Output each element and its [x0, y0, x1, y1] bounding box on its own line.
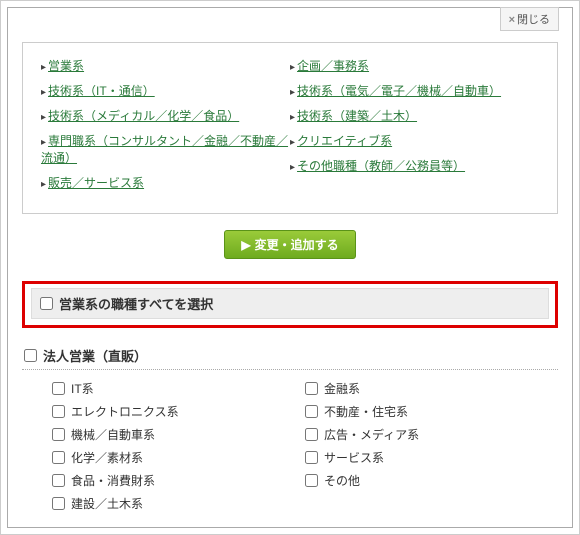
dialog-container: ×閉じる ▸営業系 ▸技術系（IT・通信） ▸技術系（メディカル／化学／食品） … [0, 0, 580, 535]
highlight-section: 営業系の職種すべてを選択 [22, 281, 558, 328]
category-box: ▸営業系 ▸技術系（IT・通信） ▸技術系（メディカル／化学／食品） ▸専門職系… [22, 42, 558, 214]
option-label: 食品・消費財系 [71, 472, 155, 489]
category-item: ▸技術系（電気／電子／機械／自動車） [290, 82, 539, 99]
option-checkbox[interactable] [52, 451, 65, 464]
option-checkbox[interactable] [305, 405, 318, 418]
bullet-icon: ▸ [290, 112, 295, 123]
option-label: サービス系 [324, 449, 384, 466]
bullet-icon: ▸ [290, 162, 295, 173]
bullet-icon: ▸ [41, 112, 46, 123]
option-label: 広告・メディア系 [324, 426, 419, 443]
close-icon: × [509, 14, 515, 26]
option-label: 化学／素材系 [71, 449, 143, 466]
category-link[interactable]: その他職種（教師／公務員等） [297, 159, 465, 173]
select-all-checkbox[interactable] [40, 297, 53, 310]
bullet-icon: ▸ [41, 87, 46, 98]
category-item: ▸販売／サービス系 [41, 174, 290, 191]
category-col-right: ▸企画／事務系 ▸技術系（電気／電子／機械／自動車） ▸技術系（建築／土木） ▸… [290, 57, 539, 199]
group1-title: 法人営業（直販） [43, 346, 147, 365]
option-checkbox[interactable] [305, 451, 318, 464]
option-checkbox[interactable] [52, 474, 65, 487]
category-item: ▸専門職系（コンサルタント／金融／不動産／流通） [41, 132, 290, 166]
bullet-icon: ▸ [41, 179, 46, 190]
arrow-icon: ▶ [241, 238, 250, 252]
category-link[interactable]: 専門職系（コンサルタント／金融／不動産／流通） [41, 134, 288, 165]
category-item: ▸技術系（メディカル／化学／食品） [41, 107, 290, 124]
option-checkbox[interactable] [52, 382, 65, 395]
category-link[interactable]: 技術系（電気／電子／機械／自動車） [297, 84, 501, 98]
option-checkbox[interactable] [305, 428, 318, 441]
option-checkbox[interactable] [52, 428, 65, 441]
category-item: ▸技術系（IT・通信） [41, 82, 290, 99]
group1-checkbox[interactable] [24, 349, 37, 362]
category-item: ▸その他職種（教師／公務員等） [290, 157, 539, 174]
category-link[interactable]: 技術系（メディカル／化学／食品） [48, 109, 239, 123]
group-header-1: 法人営業（直販） [22, 342, 558, 370]
category-link[interactable]: 営業系 [48, 59, 84, 73]
category-link[interactable]: クリエイティブ系 [297, 134, 392, 148]
bullet-icon: ▸ [290, 137, 295, 148]
action-row-top: ▶ 変更・追加する [22, 230, 558, 259]
select-all-label: 営業系の職種すべてを選択 [59, 294, 213, 313]
group1-options: IT系 エレクトロニクス系 機械／自動車系 化学／素材系 食品・消費財系 建設／… [22, 380, 558, 528]
category-link[interactable]: 技術系（建築／土木） [297, 109, 417, 123]
bullet-icon: ▸ [41, 62, 46, 73]
category-link[interactable]: 技術系（IT・通信） [48, 84, 155, 98]
option-label: 建設／土木系 [71, 495, 143, 512]
option-label: 不動産・住宅系 [324, 403, 408, 420]
category-item: ▸クリエイティブ系 [290, 132, 539, 149]
option-checkbox[interactable] [305, 382, 318, 395]
option-checkbox[interactable] [52, 405, 65, 418]
close-button[interactable]: ×閉じる [500, 7, 559, 31]
select-all-section: 営業系の職種すべてを選択 [31, 288, 549, 319]
bullet-icon: ▸ [290, 87, 295, 98]
category-link[interactable]: 企画／事務系 [297, 59, 369, 73]
option-label: その他 [324, 472, 360, 489]
option-checkbox[interactable] [52, 497, 65, 510]
option-label: IT系 [71, 380, 94, 397]
option-label: 金融系 [324, 380, 360, 397]
category-item: ▸企画／事務系 [290, 57, 539, 74]
category-item: ▸技術系（建築／土木） [290, 107, 539, 124]
category-item: ▸営業系 [41, 57, 290, 74]
close-label: 閉じる [517, 14, 550, 26]
bullet-icon: ▸ [290, 62, 295, 73]
category-link[interactable]: 販売／サービス系 [48, 176, 144, 190]
option-checkbox[interactable] [305, 474, 318, 487]
apply-label: 変更・追加する [255, 238, 339, 252]
bullet-icon: ▸ [41, 137, 46, 148]
option-label: 機械／自動車系 [71, 426, 155, 443]
option-label: エレクトロニクス系 [71, 403, 179, 420]
apply-button-top[interactable]: ▶ 変更・追加する [224, 230, 355, 259]
scroll-area[interactable]: ▸営業系 ▸技術系（IT・通信） ▸技術系（メディカル／化学／食品） ▸専門職系… [7, 7, 573, 528]
category-col-left: ▸営業系 ▸技術系（IT・通信） ▸技術系（メディカル／化学／食品） ▸専門職系… [41, 57, 290, 199]
